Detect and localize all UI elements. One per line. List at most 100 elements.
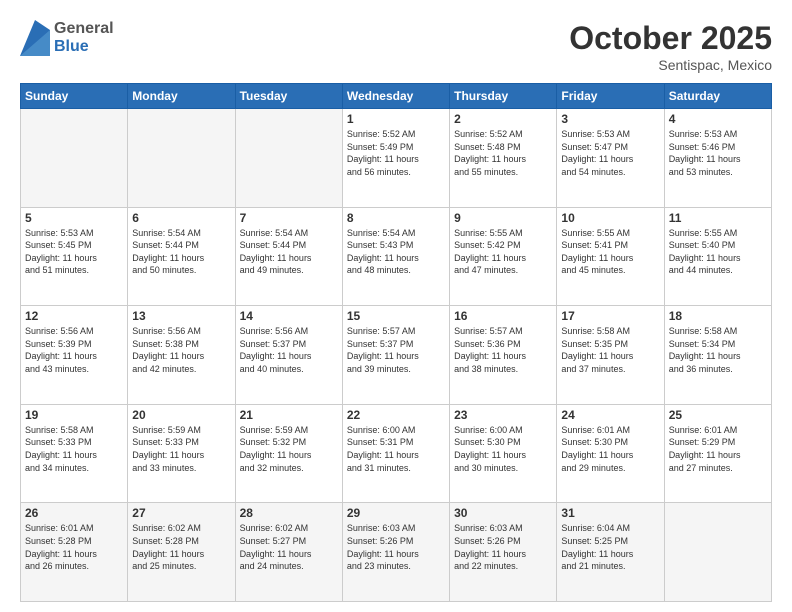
- calendar-cell: 14 Sunrise: 5:56 AM Sunset: 5:37 PM Dayli…: [235, 306, 342, 405]
- day-number: 5: [25, 211, 123, 225]
- calendar-cell: 30 Sunrise: 6:03 AM Sunset: 5:26 PM Dayli…: [450, 503, 557, 602]
- day-number: 14: [240, 309, 338, 323]
- day-number: 24: [561, 408, 659, 422]
- calendar-day-header: Saturday: [664, 84, 771, 109]
- calendar-cell: 1Sunrise: 5:52 AM Sunset: 5:49 PM Daylig…: [342, 109, 449, 208]
- day-number: 16: [454, 309, 552, 323]
- day-number: 12: [25, 309, 123, 323]
- calendar-cell: 4 Sunrise: 5:53 AM Sunset: 5:46 PM Daylig…: [664, 109, 771, 208]
- calendar-week-row: 5Sunrise: 5:53 AM Sunset: 5:45 PM Daylig…: [21, 207, 772, 306]
- calendar-cell: 9 Sunrise: 5:55 AM Sunset: 5:42 PM Daylig…: [450, 207, 557, 306]
- day-number: 21: [240, 408, 338, 422]
- calendar-cell: 29 Sunrise: 6:03 AM Sunset: 5:26 PM Dayli…: [342, 503, 449, 602]
- day-number: 8: [347, 211, 445, 225]
- calendar-cell: 20 Sunrise: 5:59 AM Sunset: 5:33 PM Dayli…: [128, 404, 235, 503]
- day-number: 31: [561, 506, 659, 520]
- day-number: 6: [132, 211, 230, 225]
- calendar-cell: 11 Sunrise: 5:55 AM Sunset: 5:40 PM Dayli…: [664, 207, 771, 306]
- day-number: 9: [454, 211, 552, 225]
- day-info: Sunrise: 6:03 AM Sunset: 5:26 PM Dayligh…: [454, 522, 552, 572]
- day-info: Sunrise: 6:00 AM Sunset: 5:31 PM Dayligh…: [347, 424, 445, 474]
- day-number: 13: [132, 309, 230, 323]
- logo-icon: [20, 20, 50, 56]
- day-info: Sunrise: 5:53 AM Sunset: 5:46 PM Dayligh…: [669, 128, 767, 178]
- calendar-cell: 15 Sunrise: 5:57 AM Sunset: 5:37 PM Dayli…: [342, 306, 449, 405]
- calendar-cell: 18 Sunrise: 5:58 AM Sunset: 5:34 PM Dayli…: [664, 306, 771, 405]
- day-info: Sunrise: 5:55 AM Sunset: 5:41 PM Dayligh…: [561, 227, 659, 277]
- day-info: Sunrise: 5:54 AM Sunset: 5:44 PM Dayligh…: [240, 227, 338, 277]
- day-number: 20: [132, 408, 230, 422]
- day-info: Sunrise: 6:03 AM Sunset: 5:26 PM Dayligh…: [347, 522, 445, 572]
- logo-text: General Blue: [54, 20, 114, 55]
- calendar-day-header: Monday: [128, 84, 235, 109]
- day-number: 4: [669, 112, 767, 126]
- day-number: 11: [669, 211, 767, 225]
- day-number: 7: [240, 211, 338, 225]
- calendar-week-row: 1Sunrise: 5:52 AM Sunset: 5:49 PM Daylig…: [21, 109, 772, 208]
- calendar-cell: 5Sunrise: 5:53 AM Sunset: 5:45 PM Daylig…: [21, 207, 128, 306]
- day-info: Sunrise: 6:02 AM Sunset: 5:28 PM Dayligh…: [132, 522, 230, 572]
- logo-blue: Blue: [54, 38, 114, 56]
- calendar-header-row: SundayMondayTuesdayWednesdayThursdayFrid…: [21, 84, 772, 109]
- day-info: Sunrise: 5:58 AM Sunset: 5:35 PM Dayligh…: [561, 325, 659, 375]
- calendar-cell: 25Sunrise: 6:01 AM Sunset: 5:29 PM Dayli…: [664, 404, 771, 503]
- day-number: 15: [347, 309, 445, 323]
- calendar-cell: 13 Sunrise: 5:56 AM Sunset: 5:38 PM Dayli…: [128, 306, 235, 405]
- day-info: Sunrise: 5:55 AM Sunset: 5:40 PM Dayligh…: [669, 227, 767, 277]
- calendar-day-header: Sunday: [21, 84, 128, 109]
- calendar-cell: [21, 109, 128, 208]
- logo: General Blue: [20, 20, 114, 56]
- calendar-cell: 12 Sunrise: 5:56 AM Sunset: 5:39 PM Dayli…: [21, 306, 128, 405]
- calendar-day-header: Tuesday: [235, 84, 342, 109]
- day-info: Sunrise: 5:59 AM Sunset: 5:33 PM Dayligh…: [132, 424, 230, 474]
- month-title: October 2025: [569, 20, 772, 57]
- calendar-cell: 28 Sunrise: 6:02 AM Sunset: 5:27 PM Dayli…: [235, 503, 342, 602]
- day-info: Sunrise: 5:59 AM Sunset: 5:32 PM Dayligh…: [240, 424, 338, 474]
- calendar-cell: 21 Sunrise: 5:59 AM Sunset: 5:32 PM Dayli…: [235, 404, 342, 503]
- day-info: Sunrise: 5:58 AM Sunset: 5:33 PM Dayligh…: [25, 424, 123, 474]
- day-info: Sunrise: 5:53 AM Sunset: 5:47 PM Dayligh…: [561, 128, 659, 178]
- calendar-week-row: 19Sunrise: 5:58 AM Sunset: 5:33 PM Dayli…: [21, 404, 772, 503]
- day-number: 30: [454, 506, 552, 520]
- calendar-cell: [235, 109, 342, 208]
- calendar-day-header: Thursday: [450, 84, 557, 109]
- page: General Blue October 2025 Sentispac, Mex…: [0, 0, 792, 612]
- day-info: Sunrise: 5:56 AM Sunset: 5:39 PM Dayligh…: [25, 325, 123, 375]
- calendar-cell: [128, 109, 235, 208]
- day-info: Sunrise: 5:52 AM Sunset: 5:48 PM Dayligh…: [454, 128, 552, 178]
- day-number: 28: [240, 506, 338, 520]
- calendar-cell: 27Sunrise: 6:02 AM Sunset: 5:28 PM Dayli…: [128, 503, 235, 602]
- day-info: Sunrise: 5:58 AM Sunset: 5:34 PM Dayligh…: [669, 325, 767, 375]
- day-info: Sunrise: 6:01 AM Sunset: 5:30 PM Dayligh…: [561, 424, 659, 474]
- calendar-cell: 2Sunrise: 5:52 AM Sunset: 5:48 PM Daylig…: [450, 109, 557, 208]
- calendar-cell: 17 Sunrise: 5:58 AM Sunset: 5:35 PM Dayli…: [557, 306, 664, 405]
- title-block: October 2025 Sentispac, Mexico: [569, 20, 772, 73]
- day-info: Sunrise: 5:57 AM Sunset: 5:37 PM Dayligh…: [347, 325, 445, 375]
- day-info: Sunrise: 6:02 AM Sunset: 5:27 PM Dayligh…: [240, 522, 338, 572]
- day-info: Sunrise: 5:54 AM Sunset: 5:43 PM Dayligh…: [347, 227, 445, 277]
- day-number: 17: [561, 309, 659, 323]
- calendar-cell: 22Sunrise: 6:00 AM Sunset: 5:31 PM Dayli…: [342, 404, 449, 503]
- calendar-cell: 16Sunrise: 5:57 AM Sunset: 5:36 PM Dayli…: [450, 306, 557, 405]
- day-number: 23: [454, 408, 552, 422]
- day-info: Sunrise: 6:04 AM Sunset: 5:25 PM Dayligh…: [561, 522, 659, 572]
- logo-general: General: [54, 20, 114, 38]
- calendar-week-row: 26Sunrise: 6:01 AM Sunset: 5:28 PM Dayli…: [21, 503, 772, 602]
- calendar-cell: 26Sunrise: 6:01 AM Sunset: 5:28 PM Dayli…: [21, 503, 128, 602]
- day-info: Sunrise: 5:55 AM Sunset: 5:42 PM Dayligh…: [454, 227, 552, 277]
- day-info: Sunrise: 6:01 AM Sunset: 5:28 PM Dayligh…: [25, 522, 123, 572]
- day-number: 3: [561, 112, 659, 126]
- day-number: 18: [669, 309, 767, 323]
- day-info: Sunrise: 6:01 AM Sunset: 5:29 PM Dayligh…: [669, 424, 767, 474]
- day-info: Sunrise: 5:56 AM Sunset: 5:37 PM Dayligh…: [240, 325, 338, 375]
- location: Sentispac, Mexico: [569, 57, 772, 73]
- calendar-cell: 8 Sunrise: 5:54 AM Sunset: 5:43 PM Daylig…: [342, 207, 449, 306]
- calendar-cell: 6 Sunrise: 5:54 AM Sunset: 5:44 PM Daylig…: [128, 207, 235, 306]
- day-number: 29: [347, 506, 445, 520]
- calendar-cell: 23Sunrise: 6:00 AM Sunset: 5:30 PM Dayli…: [450, 404, 557, 503]
- calendar-cell: 31 Sunrise: 6:04 AM Sunset: 5:25 PM Dayli…: [557, 503, 664, 602]
- calendar-cell: 7 Sunrise: 5:54 AM Sunset: 5:44 PM Daylig…: [235, 207, 342, 306]
- day-info: Sunrise: 5:54 AM Sunset: 5:44 PM Dayligh…: [132, 227, 230, 277]
- calendar-week-row: 12 Sunrise: 5:56 AM Sunset: 5:39 PM Dayli…: [21, 306, 772, 405]
- day-info: Sunrise: 5:56 AM Sunset: 5:38 PM Dayligh…: [132, 325, 230, 375]
